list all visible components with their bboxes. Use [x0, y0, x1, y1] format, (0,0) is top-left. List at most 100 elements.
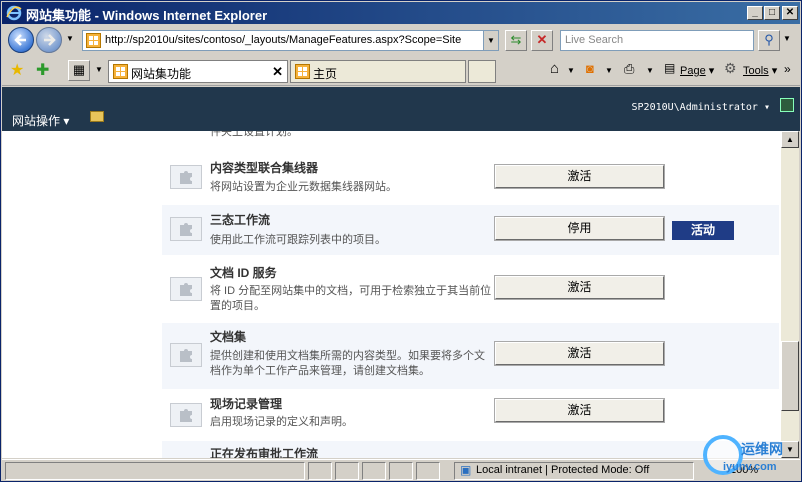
tab-label: 网站集功能: [131, 67, 192, 81]
address-field[interactable]: http://sp2010u/sites/contoso/_layouts/Ma…: [82, 30, 499, 51]
refresh-button[interactable]: ⇆: [505, 30, 527, 51]
watermark-line2: iyunv.com: [723, 461, 777, 473]
feature-row: 件夹上设置计划。: [162, 131, 779, 153]
history-dropdown-icon[interactable]: ▼: [66, 34, 74, 43]
status-cell: [335, 462, 359, 480]
puzzle-icon: [180, 409, 192, 422]
tab-list-dropdown-icon[interactable]: ▼: [95, 65, 103, 74]
add-favorite-icon[interactable]: ✚: [36, 60, 49, 80]
scrollbar-thumb[interactable]: [781, 341, 799, 411]
tab-bar: ★ ✚ ▦ ▼ 网站集功能 ✕ 主页 ⌂ ▼ ◙ ▼ ⎙ ▼ ▤ Page ▾ …: [2, 56, 800, 86]
close-tab-icon[interactable]: ✕: [272, 64, 283, 80]
tab-site-features[interactable]: 网站集功能 ✕: [108, 60, 288, 83]
feature-description: 启用现场记录的定义和声明。: [210, 416, 353, 428]
feature-row: 文档集 提供创建和使用文档集所需的内容类型。如果要将多个文档作为单个工作产品来管…: [162, 323, 779, 389]
tools-menu[interactable]: Tools ▾: [743, 64, 777, 77]
favorites-star-icon[interactable]: ★: [10, 60, 24, 80]
feeds-icon[interactable]: ◙: [586, 61, 594, 76]
address-dropdown-icon[interactable]: ▼: [483, 31, 498, 50]
sharepoint-header: 网站操作 ▾ SP2010U\Administrator ▾: [2, 87, 800, 131]
page-menu-label: Page: [680, 65, 706, 77]
sharepoint-favicon-icon: [113, 64, 128, 79]
search-options-icon[interactable]: ▼: [783, 34, 791, 43]
puzzle-icon: [180, 223, 192, 236]
feature-list: 件夹上设置计划。 内容类型联合集线器 将网站设置为企业元数据集线器网站。 激活 …: [2, 131, 781, 458]
address-url: http://sp2010u/sites/contoso/_layouts/Ma…: [105, 34, 462, 46]
feeds-dropdown-icon[interactable]: ▼: [605, 66, 613, 75]
print-icon[interactable]: ⎙: [624, 61, 634, 77]
deactivate-button[interactable]: 停用: [494, 216, 665, 241]
security-zone-text: Local intranet | Protected Mode: Off: [476, 464, 650, 476]
tools-gear-icon: ⚙: [724, 60, 737, 76]
feature-description: 使用此工作流可跟踪列表中的项目。: [210, 234, 386, 246]
browser-window: 网站集功能 - Windows Internet Explorer _ □ ✕ …: [0, 0, 802, 482]
status-cell: [308, 462, 332, 480]
search-icon: ⚲: [764, 32, 774, 47]
home-dropdown-icon[interactable]: ▼: [567, 66, 575, 75]
tab-label: 主页: [313, 67, 338, 81]
page-icon: ▤: [664, 61, 676, 75]
search-placeholder: Live Search: [565, 34, 624, 46]
puzzle-icon: [180, 349, 192, 362]
sharepoint-favicon-icon: [86, 33, 101, 48]
tab-home[interactable]: 主页: [290, 60, 466, 83]
home-icon[interactable]: ⌂: [550, 60, 559, 77]
quick-tabs-icon: ▦: [72, 62, 86, 77]
feature-description: 提供创建和使用文档集所需的内容类型。如果要将多个文档作为单个工作产品来管理，请创…: [210, 350, 485, 377]
forward-arrow-icon: [44, 34, 56, 46]
feature-icon: [170, 277, 202, 301]
page-menu[interactable]: Page ▾: [680, 64, 714, 77]
feature-row: 内容类型联合集线器 将网站设置为企业元数据集线器网站。 激活: [162, 153, 779, 203]
maximize-button[interactable]: □: [764, 6, 780, 20]
scroll-up-icon[interactable]: ▲: [781, 131, 799, 148]
feature-icon: [170, 165, 202, 189]
puzzle-icon: [180, 171, 192, 184]
watermark-logo: 运维网 iyunv.com: [701, 433, 801, 481]
back-arrow-icon: [14, 34, 26, 46]
search-input[interactable]: Live Search: [560, 30, 754, 51]
feature-icon: [170, 217, 202, 241]
status-cell: [416, 462, 440, 480]
activate-button[interactable]: 激活: [494, 398, 665, 423]
stop-icon: ✕: [536, 32, 548, 47]
window-title: 网站集功能 - Windows Internet Explorer: [26, 8, 268, 23]
forward-button[interactable]: [36, 27, 62, 53]
feature-icon: [170, 343, 202, 367]
feature-name: 文档集: [210, 330, 247, 344]
vertical-scrollbar[interactable]: ▲ ▼: [781, 131, 799, 458]
back-button[interactable]: [8, 27, 34, 53]
feature-description: 将网站设置为企业元数据集线器网站。: [210, 181, 397, 193]
network-status-icon: [780, 98, 794, 112]
activate-button[interactable]: 激活: [494, 164, 665, 189]
feature-row: 现场记录管理 启用现场记录的定义和声明。 激活: [162, 389, 779, 441]
feature-description: 件夹上设置计划。: [210, 131, 298, 138]
title-bar: 网站集功能 - Windows Internet Explorer _ □ ✕: [2, 2, 800, 24]
user-menu[interactable]: SP2010U\Administrator ▾: [632, 102, 770, 113]
feature-row: 文档 ID 服务 将 ID 分配至网站集中的文档，可用于检索独立于其当前位置的项…: [162, 257, 779, 323]
new-tab-button[interactable]: [468, 60, 496, 83]
stop-button[interactable]: ✕: [531, 30, 553, 51]
feature-row: 三态工作流 使用此工作流可跟踪列表中的项目。 停用 活动: [162, 205, 779, 255]
close-button[interactable]: ✕: [782, 6, 798, 20]
feature-icon: [170, 403, 202, 427]
navigate-up-folder-icon[interactable]: [90, 111, 104, 122]
sharepoint-favicon-icon: [295, 64, 310, 79]
activate-button[interactable]: 激活: [494, 275, 665, 300]
feature-name: 正在发布审批工作流: [210, 447, 319, 458]
search-button[interactable]: ⚲: [758, 30, 780, 51]
minimize-button[interactable]: _: [747, 6, 763, 20]
quick-tabs-button[interactable]: ▦: [68, 60, 90, 81]
feature-name: 内容类型联合集线器: [210, 161, 319, 175]
site-actions-menu[interactable]: 网站操作 ▾: [12, 112, 69, 129]
puzzle-icon: [180, 283, 192, 296]
feature-name: 现场记录管理: [210, 397, 283, 411]
feature-name: 文档 ID 服务: [210, 266, 277, 280]
watermark-line1: 运维网: [741, 441, 783, 457]
feature-row: 正在发布审批工作流: [162, 441, 779, 458]
toolbar-overflow-icon[interactable]: »: [784, 62, 791, 76]
navigation-bar: ▼ http://sp2010u/sites/contoso/_layouts/…: [2, 24, 800, 56]
feature-name: 三态工作流: [210, 213, 271, 227]
activate-button[interactable]: 激活: [494, 341, 665, 366]
print-dropdown-icon[interactable]: ▼: [646, 66, 654, 75]
status-bar: ▣ Local intranet | Protected Mode: Off 1…: [2, 459, 800, 481]
